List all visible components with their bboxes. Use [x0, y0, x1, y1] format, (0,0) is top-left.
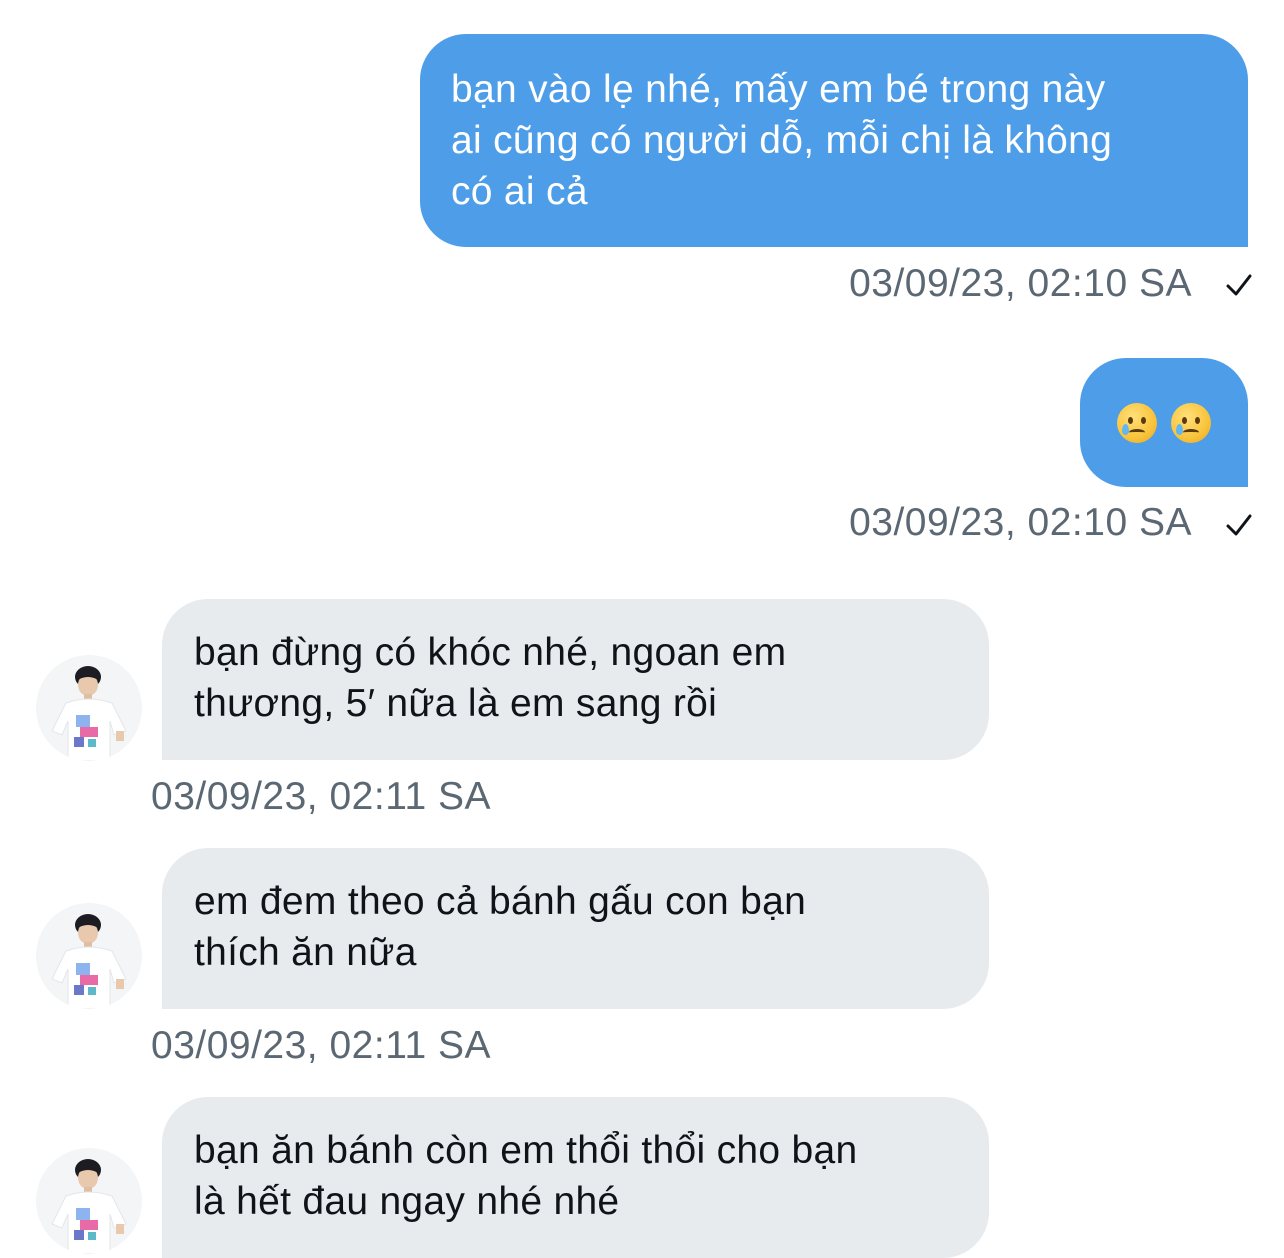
checkmark-icon — [1226, 514, 1252, 536]
message-timestamp: 03/09/23, 02:11 SA — [151, 1023, 491, 1069]
timestamp-text: 03/09/23, 02:10 SA — [849, 262, 1192, 305]
message-bubble-incoming[interactable]: em đem theo cả bánh gấu con bạn thích ăn… — [162, 848, 989, 1009]
avatar[interactable] — [36, 1148, 142, 1254]
timestamp-text: 03/09/23, 02:10 SA — [849, 501, 1192, 544]
message-bubble-incoming[interactable]: bạn ăn bánh còn em thổi thổi cho bạn là … — [162, 1097, 989, 1258]
timestamp-text: 03/09/23, 02:11 SA — [151, 775, 492, 818]
avatar[interactable] — [36, 655, 142, 761]
message-timestamp: 03/09/23, 02:10 SA — [849, 261, 1192, 307]
user-avatar-icon — [36, 903, 142, 1009]
message-bubble-outgoing[interactable]: bạn vào lẹ nhé, mấy em bé trong này ai c… — [420, 34, 1248, 247]
message-timestamp: 03/09/23, 02:11 SA — [151, 774, 491, 820]
message-bubble-incoming[interactable]: bạn đừng có khóc nhé, ngoan em thương, 5… — [162, 599, 989, 760]
avatar[interactable] — [36, 903, 142, 1009]
message-bubble-outgoing-emoji[interactable] — [1080, 358, 1248, 487]
timestamp-text: 03/09/23, 02:11 SA — [151, 1024, 492, 1067]
user-avatar-icon — [36, 655, 142, 761]
crying-face-emoji-icon — [1117, 402, 1157, 443]
checkmark-icon — [1226, 274, 1252, 296]
message-timestamp: 03/09/23, 02:10 SA — [849, 500, 1192, 546]
crying-face-emoji-icon — [1171, 402, 1211, 443]
user-avatar-icon — [36, 1148, 142, 1254]
chat-thread: bạn vào lẹ nhé, mấy em bé trong này ai c… — [0, 0, 1284, 1258]
